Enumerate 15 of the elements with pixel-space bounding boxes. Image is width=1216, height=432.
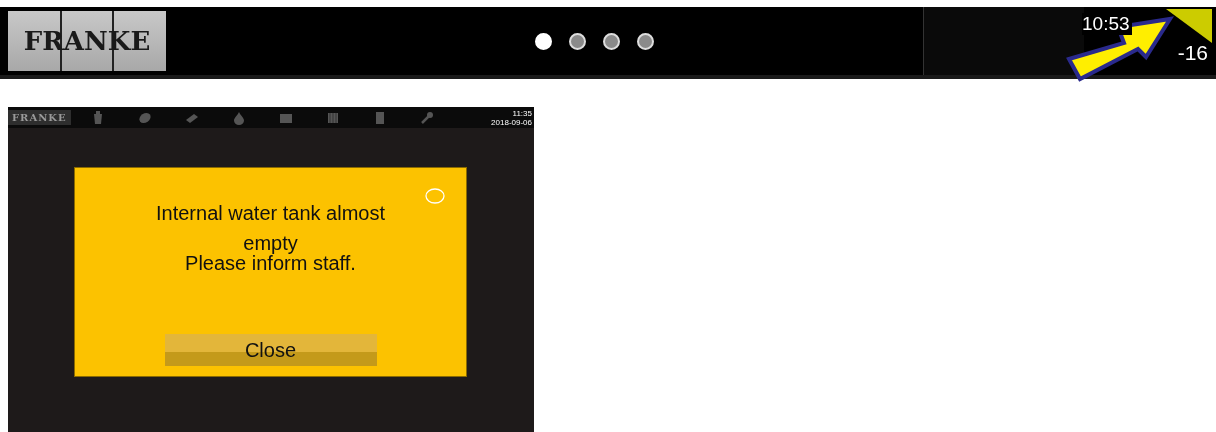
drop-icon[interactable] <box>231 110 246 125</box>
bean-icon[interactable] <box>137 110 152 125</box>
page-indicator-dot[interactable] <box>569 32 586 50</box>
close-button[interactable]: Close <box>164 334 377 366</box>
alert-title: Internal water tank almost empty <box>155 201 386 256</box>
circle-icon <box>425 188 445 204</box>
crate-icon[interactable] <box>325 110 340 125</box>
corner-triangle-icon <box>1166 9 1212 43</box>
page-indicator-dot[interactable] <box>603 32 620 50</box>
logo: FRANKE <box>8 110 71 125</box>
clock-time: 10:53 <box>1082 13 1132 35</box>
clock-time: 11:35 <box>512 108 532 118</box>
wrench-icon[interactable] <box>419 110 434 125</box>
clock-date: 2018-09-06 <box>491 117 532 127</box>
page-indicator-dot[interactable] <box>637 32 654 50</box>
